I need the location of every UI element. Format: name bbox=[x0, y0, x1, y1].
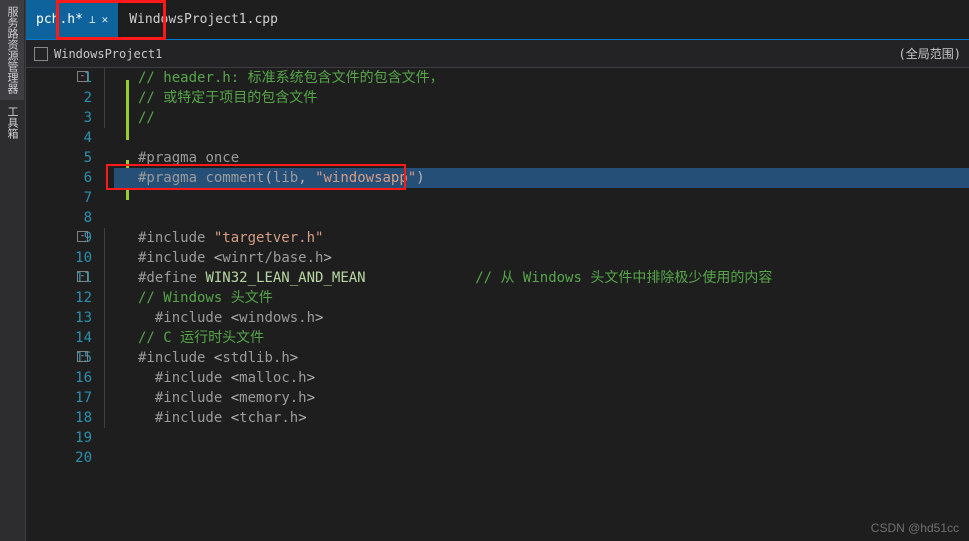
line-number: 4 bbox=[26, 128, 92, 148]
line-number: 10 bbox=[26, 248, 92, 268]
main: pch.h* ⟂ ✕ WindowsProject1.cpp WindowsPr… bbox=[26, 0, 969, 541]
code-line[interactable]: // Windows 头文件 bbox=[138, 288, 969, 308]
line-number-gutter: 1-23456789-1011-12131415-1617181920 bbox=[26, 68, 114, 541]
code-line[interactable]: #pragma once bbox=[138, 148, 969, 168]
code-line[interactable] bbox=[138, 128, 969, 148]
line-number: 1- bbox=[26, 68, 92, 88]
code-line[interactable]: #include <tchar.h> bbox=[138, 408, 969, 428]
line-number: 16 bbox=[26, 368, 92, 388]
fold-icon[interactable]: - bbox=[77, 351, 88, 362]
tab-label: WindowsProject1.cpp bbox=[129, 12, 278, 27]
code-line[interactable]: // 或特定于项目的包含文件 bbox=[138, 88, 969, 108]
line-number: 18 bbox=[26, 408, 92, 428]
close-icon[interactable]: ✕ bbox=[102, 13, 109, 26]
line-number: 3 bbox=[26, 108, 92, 128]
line-number: 2 bbox=[26, 88, 92, 108]
line-number: 9- bbox=[26, 228, 92, 248]
pin-icon[interactable]: ⟂ bbox=[89, 13, 96, 26]
navigation-bar: WindowsProject1 (全局范围) bbox=[26, 40, 969, 68]
code-line[interactable]: // header.h: 标准系统包含文件的包含文件， bbox=[138, 68, 969, 88]
sidebar-toolbox[interactable]: 工具箱 bbox=[0, 100, 24, 145]
code-line[interactable] bbox=[138, 448, 969, 468]
code-line[interactable]: // bbox=[138, 108, 969, 128]
code-line[interactable] bbox=[138, 208, 969, 228]
fold-icon[interactable]: - bbox=[77, 231, 88, 242]
nav-project[interactable]: WindowsProject1 bbox=[54, 47, 162, 61]
line-number: 20 bbox=[26, 448, 92, 468]
fold-icon[interactable]: - bbox=[77, 271, 88, 282]
line-number: 5 bbox=[26, 148, 92, 168]
code-area[interactable]: // header.h: 标准系统包含文件的包含文件，// 或特定于项目的包含文… bbox=[114, 68, 969, 541]
line-number: 7 bbox=[26, 188, 92, 208]
line-number: 15- bbox=[26, 348, 92, 368]
line-number: 8 bbox=[26, 208, 92, 228]
tab-pch-h[interactable]: pch.h* ⟂ ✕ bbox=[26, 0, 118, 39]
code-line[interactable]: #include <stdlib.h> bbox=[138, 348, 969, 368]
project-icon bbox=[34, 47, 48, 61]
line-number: 13 bbox=[26, 308, 92, 328]
line-number: 6 bbox=[26, 168, 92, 188]
tab-windowsproject1-cpp[interactable]: WindowsProject1.cpp bbox=[119, 0, 288, 39]
code-line[interactable]: #include <malloc.h> bbox=[138, 368, 969, 388]
code-line[interactable]: // C 运行时头文件 bbox=[138, 328, 969, 348]
code-line[interactable]: #include <winrt/base.h> bbox=[138, 248, 969, 268]
line-number: 12 bbox=[26, 288, 92, 308]
code-line[interactable] bbox=[138, 428, 969, 448]
tab-label: pch.h* bbox=[36, 12, 83, 27]
code-line[interactable]: #include <memory.h> bbox=[138, 388, 969, 408]
line-number: 14 bbox=[26, 328, 92, 348]
nav-scope[interactable]: (全局范围) bbox=[899, 45, 961, 62]
code-line[interactable]: #define WIN32_LEAN_AND_MEAN // 从 Windows… bbox=[138, 268, 969, 288]
fold-icon[interactable]: - bbox=[77, 71, 88, 82]
watermark: CSDN @hd51cc bbox=[871, 521, 959, 535]
code-line[interactable] bbox=[138, 188, 969, 208]
code-line[interactable]: #include "targetver.h" bbox=[138, 228, 969, 248]
code-line[interactable]: #include <windows.h> bbox=[138, 308, 969, 328]
line-number: 19 bbox=[26, 428, 92, 448]
sidebar-server-explorer[interactable]: 服务路资源管理器 bbox=[0, 0, 24, 100]
line-number: 11- bbox=[26, 268, 92, 288]
sidebar-toolwindows: 服务路资源管理器 工具箱 bbox=[0, 0, 26, 541]
editor[interactable]: 1-23456789-1011-12131415-1617181920 // h… bbox=[26, 68, 969, 541]
tabbar: pch.h* ⟂ ✕ WindowsProject1.cpp bbox=[26, 0, 969, 40]
line-number: 17 bbox=[26, 388, 92, 408]
